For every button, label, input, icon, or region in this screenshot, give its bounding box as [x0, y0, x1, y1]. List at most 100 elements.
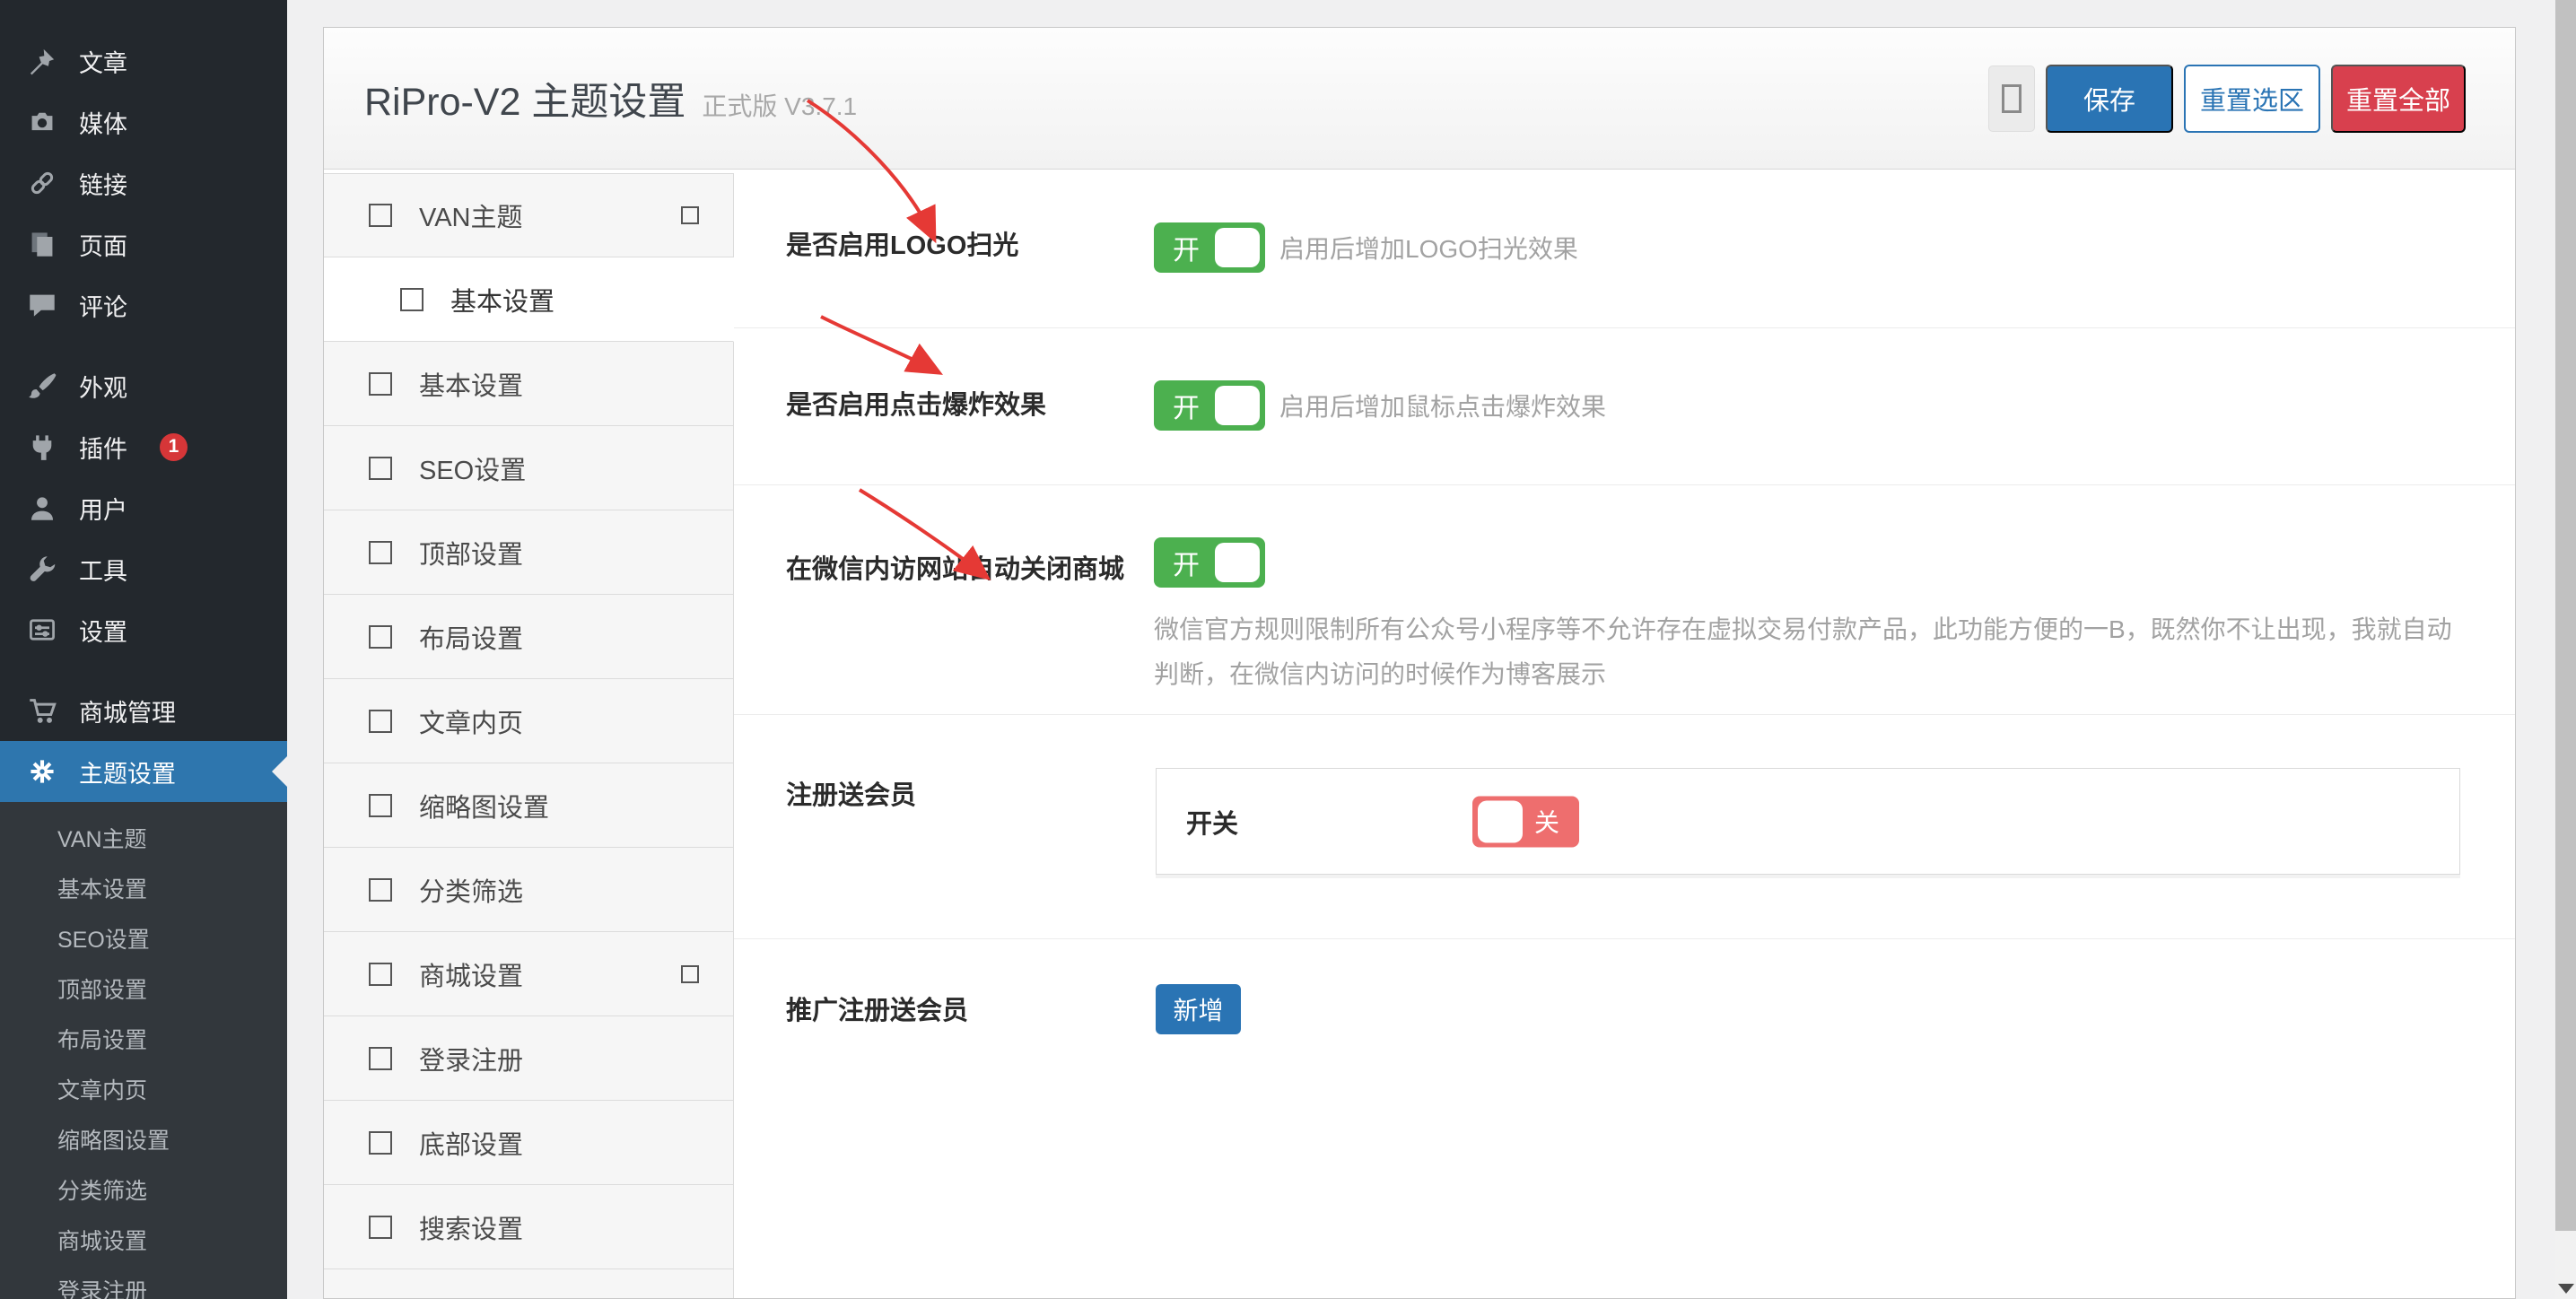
sidebar-item-posts[interactable]: 文章	[0, 31, 287, 92]
submenu-item-shop[interactable]: 商城设置	[0, 1216, 287, 1267]
sidebar-item-pages[interactable]: 页面	[0, 214, 287, 275]
nav-item-post-page[interactable]: 文章内页	[324, 679, 734, 763]
sidebar-item-comments[interactable]: 评论	[0, 275, 287, 336]
sidebar-item-tools[interactable]: 工具	[0, 538, 287, 599]
toggle-register-vip-off[interactable]: 关	[1472, 796, 1579, 847]
nav-item-seo[interactable]: SEO设置	[324, 426, 734, 510]
placeholder-icon	[369, 540, 392, 564]
nav-item-ads[interactable]: 广告设置	[324, 1269, 734, 1298]
placeholder-icon	[2002, 83, 2022, 113]
sidebar-item-label: 设置	[79, 618, 127, 646]
collapse-icon-button[interactable]	[1988, 65, 2035, 132]
placeholder-icon	[400, 287, 424, 311]
nav-item-shop[interactable]: 商城设置	[324, 932, 734, 1016]
users-icon	[27, 493, 57, 523]
toggle-logo-shine-on[interactable]: 开	[1154, 222, 1265, 273]
scrollbar-down-arrow-icon[interactable]	[2557, 1284, 2574, 1294]
setting-label: 注册送会员	[786, 781, 917, 810]
placeholder-icon	[369, 204, 392, 227]
nav-item-label: 分类筛选	[419, 877, 524, 907]
nav-item-label: 登录注册	[419, 1046, 524, 1076]
sidebar-item-label: 用户	[79, 496, 127, 524]
menu-separator	[0, 336, 287, 355]
version-label: 正式版 V3.7.1	[702, 92, 858, 120]
sidebar-item-links[interactable]: 链接	[0, 153, 287, 214]
setting-row-wechat-close-shop: 在微信内访网站自动关闭商城 开 微信官方规则限制所有公众号小程序等不允许存在虚拟…	[734, 485, 2515, 715]
submenu-item-category-filter[interactable]: 分类筛选	[0, 1166, 287, 1216]
placeholder-icon	[369, 877, 392, 902]
nav-item-top[interactable]: 顶部设置	[324, 510, 734, 595]
sidebar-item-shop-manage[interactable]: 商城管理	[0, 680, 287, 741]
reset-all-button[interactable]: 重置全部	[2331, 64, 2466, 133]
nav-item-bottom[interactable]: 底部设置	[324, 1101, 734, 1185]
add-button[interactable]: 新增	[1156, 984, 1241, 1034]
toggle-wechat-close-on[interactable]: 开	[1154, 537, 1265, 588]
nav-item-label: VAN主题	[419, 204, 523, 232]
nav-item-label: 基本设置	[450, 287, 555, 317]
nav-item-search[interactable]: 搜索设置	[324, 1185, 734, 1269]
sidebar-item-media[interactable]: 媒体	[0, 92, 287, 153]
setting-desc: 微信官方规则限制所有公众号小程序等不允许存在虚拟交易付款产品，此功能方便的一B，…	[1154, 615, 2452, 688]
submenu-item-layout[interactable]: 布局设置	[0, 1016, 287, 1066]
sidebar-item-settings[interactable]: 设置	[0, 599, 287, 660]
toggle-state-label: 关	[1533, 808, 1559, 837]
theme-settings-card: RiPro-V2 主题设置 正式版 V3.7.1 保存 重置选区 重置全部 VA…	[323, 27, 2516, 1299]
placeholder-icon	[369, 793, 392, 817]
submenu-item-van-theme[interactable]: VAN主题	[0, 815, 287, 865]
nav-item-thumbnail[interactable]: 缩略图设置	[324, 763, 734, 848]
sidebar-item-label: 工具	[79, 557, 127, 585]
nav-item-basic[interactable]: 基本设置	[324, 342, 734, 426]
nav-item-basic-active[interactable]: 基本设置	[324, 257, 734, 342]
setting-desc: 启用后增加鼠标点击爆炸效果	[1279, 393, 1607, 421]
wp-admin-menu: 文章 媒体 链接 页面 评论 外观 插件 1 用户 工具 设置 商城管理 主题设…	[0, 0, 287, 1299]
sidebar-item-plugins[interactable]: 插件 1	[0, 416, 287, 477]
setting-label: 推广注册送会员	[786, 997, 969, 1025]
nav-item-label: SEO设置	[419, 456, 527, 485]
toggle-state-label: 开	[1173, 394, 1200, 423]
sidebar-item-label: 文章	[79, 49, 127, 77]
nav-item-van-theme[interactable]: VAN主题	[324, 173, 734, 257]
menu-separator	[0, 660, 287, 680]
toggle-knob	[1215, 543, 1260, 582]
submenu-item-post-page[interactable]: 文章内页	[0, 1066, 287, 1116]
settings-content: 是否启用LOGO扫光 开 启用后增加LOGO扫光效果 是否启用点击爆炸效果 开 …	[734, 170, 2515, 1298]
header-actions: 保存 重置选区 重置全部	[1988, 64, 2466, 133]
sidebar-item-theme-settings[interactable]: 主题设置	[0, 741, 287, 802]
gear-icon	[27, 756, 57, 787]
toggle-state-label: 开	[1173, 236, 1200, 266]
submenu-item-login-register[interactable]: 登录注册	[0, 1267, 287, 1299]
nav-item-label: 缩略图设置	[419, 793, 550, 823]
submenu-item-basic[interactable]: 基本设置	[0, 865, 287, 915]
sidebar-item-label: 插件	[79, 435, 127, 463]
tools-icon	[27, 554, 57, 584]
placeholder-icon	[369, 709, 392, 733]
nav-item-category-filter[interactable]: 分类筛选	[324, 848, 734, 932]
title-wrap: RiPro-V2 主题设置 正式版 V3.7.1	[364, 71, 1988, 126]
placeholder-icon	[369, 624, 392, 649]
theme-settings-submenu: VAN主题 基本设置 SEO设置 顶部设置 布局设置 文章内页 缩略图设置 分类…	[0, 802, 287, 1299]
expand-placeholder-icon	[681, 206, 699, 224]
appearance-icon	[27, 371, 57, 401]
sidebar-item-users[interactable]: 用户	[0, 477, 287, 538]
submenu-item-seo[interactable]: SEO设置	[0, 915, 287, 965]
expand-placeholder-icon	[681, 964, 699, 983]
pages-icon	[27, 229, 57, 259]
sidebar-item-label: 页面	[79, 232, 127, 260]
browser-scrollbar	[2555, 0, 2576, 1299]
save-button[interactable]: 保存	[2046, 64, 2173, 133]
reset-selection-button[interactable]: 重置选区	[2184, 64, 2320, 133]
nav-item-label: 广告设置	[419, 1293, 523, 1299]
media-icon	[27, 107, 57, 137]
settings-nav: VAN主题 基本设置 基本设置 SEO设置 顶部设置 布局设置 文章内页 缩略图…	[324, 170, 734, 1298]
sidebar-item-appearance[interactable]: 外观	[0, 355, 287, 416]
sidebar-item-label: 商城管理	[79, 699, 176, 727]
nav-item-login-register[interactable]: 登录注册	[324, 1016, 734, 1101]
scrollbar-thumb[interactable]	[2555, 0, 2576, 1231]
submenu-item-top[interactable]: 顶部设置	[0, 965, 287, 1016]
sidebar-item-label: 媒体	[79, 110, 127, 138]
nav-item-layout[interactable]: 布局设置	[324, 595, 734, 679]
nav-item-label: 商城设置	[419, 962, 524, 991]
link-icon	[27, 168, 57, 198]
submenu-item-thumbnail[interactable]: 缩略图设置	[0, 1116, 287, 1166]
toggle-click-explosion-on[interactable]: 开	[1154, 380, 1265, 431]
